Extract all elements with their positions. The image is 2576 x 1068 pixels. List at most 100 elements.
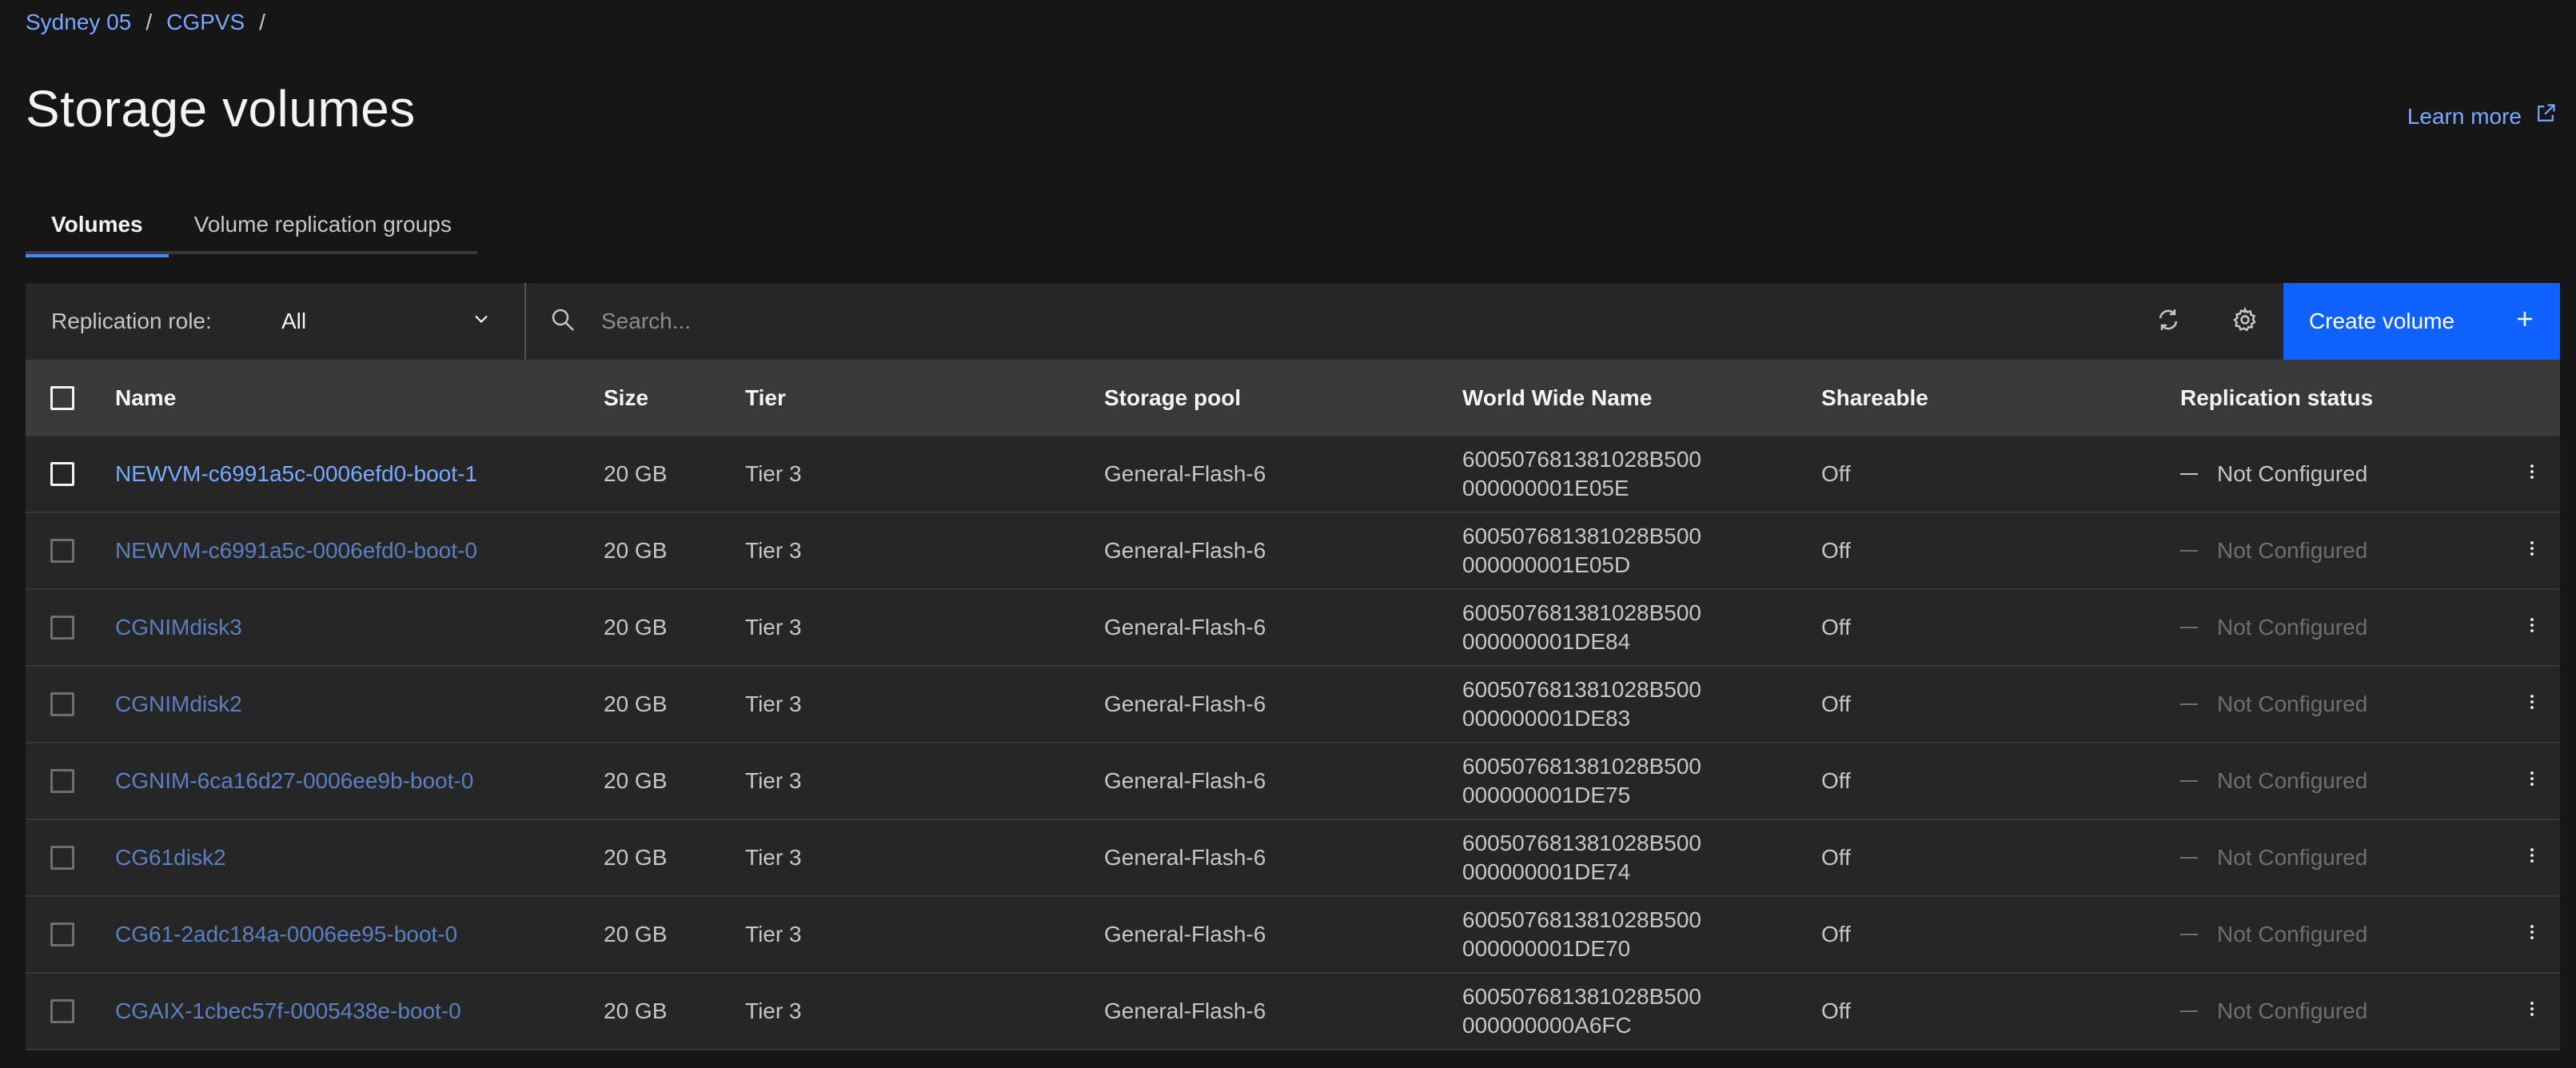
volume-shareable: Off [1821,538,1851,563]
volume-world-wide-name: 600507681381028B500 000000000A6FC [1462,982,1821,1040]
row-checkbox[interactable] [50,999,74,1023]
dash-icon [2180,1010,2198,1012]
volume-shareable: Off [1821,922,1851,946]
volume-name-link[interactable]: CGNIMdisk2 [115,691,242,716]
row-checkbox[interactable] [50,539,74,563]
table-row: CGNIM-6ca16d27-0006ee9b-boot-0 20 GB Tie… [26,743,2560,820]
volume-shareable: Off [1821,691,1851,716]
wwn-line-2: 000000001DE70 [1462,936,1631,961]
volume-name-link[interactable]: CGAIX-1cbec57f-0005438e-boot-0 [115,998,461,1023]
select-all-checkbox[interactable] [50,386,74,410]
chevron-down-icon [470,308,492,336]
volume-world-wide-name: 600507681381028B500 000000001DE83 [1462,675,1821,733]
search-input[interactable] [600,308,2039,335]
overflow-menu-icon[interactable] [2521,537,2543,565]
volume-tier: Tier 3 [745,998,802,1023]
breadcrumb-separator: / [146,10,153,34]
create-volume-button[interactable]: Create volume [2283,283,2560,360]
wwn-line-1: 600507681381028B500 [1462,754,1701,779]
volume-shareable: Off [1821,845,1851,870]
table-toolbar: Replication role: All Search... Create v… [26,283,2560,360]
refresh-button[interactable] [2130,283,2207,360]
page-title: Storage volumes [26,80,416,137]
overflow-menu-icon[interactable] [2521,921,2543,949]
volume-tier: Tier 3 [745,615,802,640]
replication-status-text: Not Configured [2217,538,2368,563]
wwn-line-2: 000000001DE84 [1462,629,1631,654]
overflow-menu-icon[interactable] [2521,691,2543,719]
volume-name-link[interactable]: NEWVM-c6991a5c-0006efd0-boot-0 [115,538,477,563]
column-header-shareable[interactable]: Shareable [1821,385,2180,411]
wwn-line-1: 600507681381028B500 [1462,524,1701,548]
volume-name-link[interactable]: CGNIMdisk3 [115,615,242,640]
row-checkbox[interactable] [50,923,74,946]
replication-status-text: Not Configured [2217,768,2368,793]
replication-role-value: All [281,309,307,333]
breadcrumb-separator: / [259,10,265,34]
replication-status: Not Configured [2180,461,2504,487]
volume-size: 20 GB [604,998,668,1023]
dash-icon [2180,857,2198,859]
volume-storage-pool: General-Flash-6 [1104,461,1266,486]
volume-world-wide-name: 600507681381028B500 000000001DE75 [1462,752,1821,810]
replication-status-text: Not Configured [2217,461,2368,486]
wwn-line-1: 600507681381028B500 [1462,984,1701,1009]
wwn-line-1: 600507681381028B500 [1462,447,1701,472]
replication-status-text: Not Configured [2217,922,2368,946]
volume-storage-pool: General-Flash-6 [1104,538,1266,563]
column-header-tier[interactable]: Tier [745,385,1104,411]
wwn-line-2: 000000001E05D [1462,552,1631,577]
gear-icon [2232,306,2258,337]
replication-status: Not Configured [2180,998,2504,1024]
volume-name-link[interactable]: CGNIM-6ca16d27-0006ee9b-boot-0 [115,768,473,793]
volume-shareable: Off [1821,461,1851,486]
volume-storage-pool: General-Flash-6 [1104,998,1266,1023]
replication-status: Not Configured [2180,768,2504,794]
column-header-world-wide-name[interactable]: World Wide Name [1462,384,1821,412]
wwn-line-2: 000000001E05E [1462,476,1629,500]
wwn-line-1: 600507681381028B500 [1462,677,1701,702]
tab-volumes[interactable]: Volumes [26,195,169,257]
overflow-menu-icon[interactable] [2521,844,2543,872]
replication-status: Not Configured [2180,615,2504,640]
volume-world-wide-name: 600507681381028B500 000000001E05D [1462,522,1821,580]
column-header-name[interactable]: Name [115,385,604,411]
volume-tier: Tier 3 [745,922,802,946]
breadcrumb: Sydney 05 / CGPVS / [26,8,280,37]
volume-size: 20 GB [604,768,668,793]
replication-role-filter: Replication role: All [26,283,526,360]
overflow-menu-icon[interactable] [2521,614,2543,642]
replication-role-dropdown[interactable]: All [281,308,505,336]
volume-tier: Tier 3 [745,768,802,793]
overflow-menu-icon[interactable] [2521,767,2543,795]
tab-volume-replication-groups[interactable]: Volume replication groups [169,195,477,254]
row-checkbox[interactable] [50,616,74,640]
volume-name-link[interactable]: CG61disk2 [115,845,226,870]
launch-icon [2534,102,2557,130]
dash-icon [2180,550,2198,552]
overflow-menu-icon[interactable] [2521,460,2543,488]
replication-status-text: Not Configured [2217,615,2368,640]
replication-status: Not Configured [2180,845,2504,871]
row-checkbox[interactable] [50,769,74,793]
row-checkbox[interactable] [50,846,74,870]
overflow-menu-icon[interactable] [2521,998,2543,1026]
breadcrumb-link-workspace[interactable]: CGPVS [166,8,245,37]
volume-tier: Tier 3 [745,691,802,716]
volume-world-wide-name: 600507681381028B500 000000001E05E [1462,445,1821,503]
volume-shareable: Off [1821,998,1851,1023]
volume-name-link[interactable]: NEWVM-c6991a5c-0006efd0-boot-1 [115,461,477,486]
table-row: NEWVM-c6991a5c-0006efd0-boot-0 20 GB Tie… [26,513,2560,590]
row-checkbox[interactable] [50,692,74,716]
row-checkbox[interactable] [50,462,74,486]
breadcrumb-link-location[interactable]: Sydney 05 [26,8,131,37]
tab-list: Volumes Volume replication groups [26,195,477,257]
column-header-storage-pool[interactable]: Storage pool [1104,385,1462,411]
volume-name-link[interactable]: CG61-2adc184a-0006ee95-boot-0 [115,922,457,946]
settings-button[interactable] [2207,283,2283,360]
learn-more-link[interactable]: Learn more [2407,102,2557,130]
wwn-line-2: 000000001DE74 [1462,859,1631,884]
column-header-size[interactable]: Size [604,385,745,411]
column-header-replication-status[interactable]: Replication status [2180,385,2504,411]
table-row: CGAIX-1cbec57f-0005438e-boot-0 20 GB Tie… [26,974,2560,1050]
